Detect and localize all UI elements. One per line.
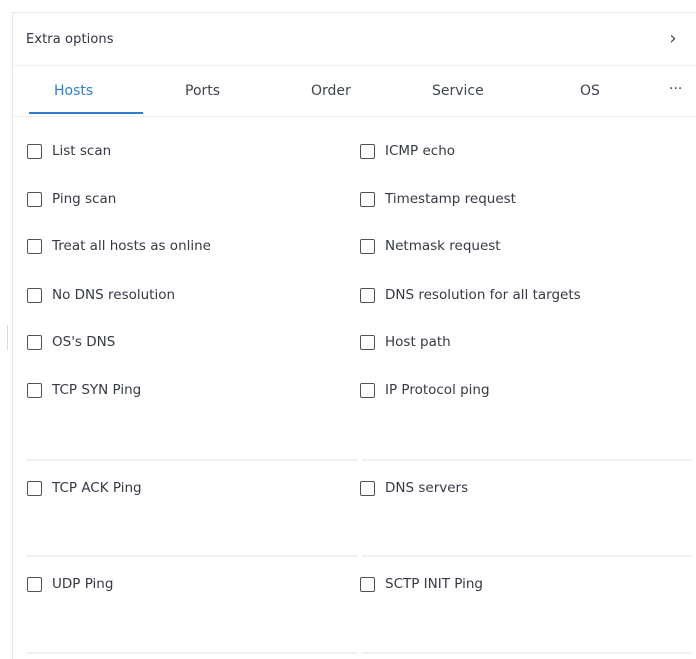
option-tcp-ack-ping[interactable]: TCP ACK Ping xyxy=(27,480,142,496)
option-no-dns-resolution[interactable]: No DNS resolution xyxy=(27,287,175,303)
tab-order[interactable]: Order xyxy=(311,83,351,99)
option-label: OS's DNS xyxy=(52,334,116,350)
option-timestamp-request[interactable]: Timestamp request xyxy=(360,191,516,207)
option-label: TCP ACK Ping xyxy=(52,480,142,496)
checkbox[interactable] xyxy=(360,238,375,254)
checkbox[interactable] xyxy=(27,287,42,303)
option-sctp-init-ping[interactable]: SCTP INIT Ping xyxy=(360,576,483,592)
option-label: UDP Ping xyxy=(52,576,114,592)
option-dns-resolution-all-targets[interactable]: DNS resolution for all targets xyxy=(360,287,581,303)
checkbox[interactable] xyxy=(360,382,375,398)
option-ip-protocol-ping[interactable]: IP Protocol ping xyxy=(360,382,490,398)
checkbox[interactable] xyxy=(360,143,375,159)
option-list-scan[interactable]: List scan xyxy=(27,143,111,159)
tab-ports[interactable]: Ports xyxy=(185,83,220,99)
tab-service[interactable]: Service xyxy=(432,83,484,99)
option-label: ICMP echo xyxy=(385,143,456,159)
option-udp-ping[interactable]: UDP Ping xyxy=(27,576,113,592)
checkbox[interactable] xyxy=(27,334,42,350)
tab-os[interactable]: OS xyxy=(580,83,600,99)
extra-options-header[interactable]: Extra options › xyxy=(13,13,696,66)
divider xyxy=(27,459,357,461)
option-tcp-syn-ping[interactable]: TCP SYN Ping xyxy=(27,382,141,398)
option-label: DNS servers xyxy=(385,480,469,496)
active-tab-indicator xyxy=(29,112,143,114)
checkbox[interactable] xyxy=(27,143,42,159)
option-label: Host path xyxy=(385,334,451,350)
checkbox[interactable] xyxy=(27,238,42,254)
option-label: Ping scan xyxy=(52,191,117,207)
option-label: List scan xyxy=(52,143,112,159)
option-ping-scan[interactable]: Ping scan xyxy=(27,191,116,207)
option-label: Timestamp request xyxy=(385,191,516,207)
option-label: TCP SYN Ping xyxy=(52,382,142,398)
panel-edge-marker xyxy=(7,325,8,350)
checkbox[interactable] xyxy=(360,576,375,592)
divider xyxy=(362,555,692,557)
more-tabs-icon[interactable]: ··· xyxy=(669,81,682,97)
divider xyxy=(27,652,357,654)
option-netmask-request[interactable]: Netmask request xyxy=(360,238,501,254)
divider xyxy=(362,652,692,654)
divider xyxy=(362,459,692,461)
checkbox[interactable] xyxy=(27,576,42,592)
option-host-path[interactable]: Host path xyxy=(360,334,451,350)
option-label: DNS resolution for all targets xyxy=(385,287,581,303)
option-label: Treat all hosts as online xyxy=(52,238,211,254)
tab-hosts[interactable]: Hosts xyxy=(54,83,93,99)
option-os-dns[interactable]: OS's DNS xyxy=(27,334,115,350)
option-label: SCTP INIT Ping xyxy=(385,576,483,592)
option-label: No DNS resolution xyxy=(52,287,176,303)
checkbox[interactable] xyxy=(360,191,375,207)
option-treat-all-hosts-online[interactable]: Treat all hosts as online xyxy=(27,238,211,254)
option-label: Netmask request xyxy=(385,238,501,254)
option-label: IP Protocol ping xyxy=(385,382,490,398)
checkbox[interactable] xyxy=(27,191,42,207)
option-dns-servers[interactable]: DNS servers xyxy=(360,480,468,496)
panel-title: Extra options xyxy=(26,31,114,47)
divider xyxy=(27,555,357,557)
chevron-right-icon[interactable]: › xyxy=(666,30,680,48)
tab-bar: Hosts Ports Order Service OS ··· xyxy=(13,66,696,117)
extra-options-panel: Extra options › Hosts Ports Order Servic… xyxy=(12,12,696,659)
checkbox[interactable] xyxy=(360,334,375,350)
checkbox[interactable] xyxy=(360,480,375,496)
checkbox[interactable] xyxy=(360,287,375,303)
checkbox[interactable] xyxy=(27,382,42,398)
option-icmp-echo[interactable]: ICMP echo xyxy=(360,143,455,159)
checkbox[interactable] xyxy=(27,480,42,496)
